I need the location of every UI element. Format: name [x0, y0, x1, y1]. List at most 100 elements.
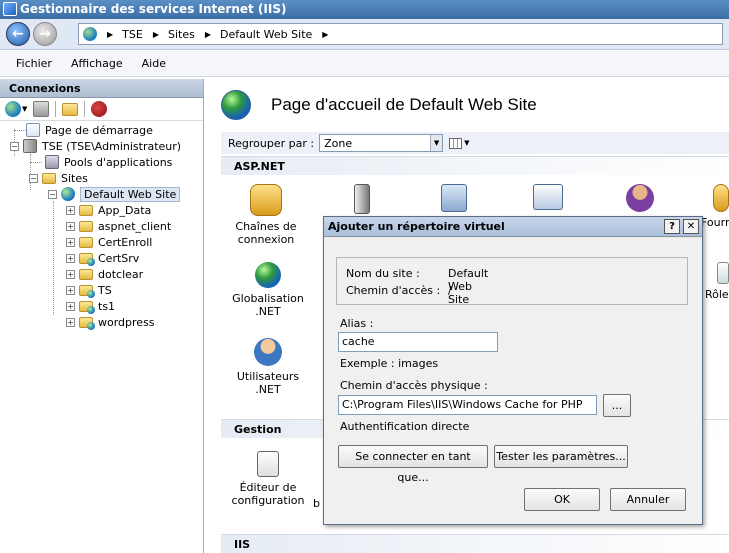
- database-icon: [250, 184, 282, 216]
- expand-icon[interactable]: +: [66, 285, 75, 295]
- expand-icon[interactable]: +: [66, 269, 75, 279]
- feature-providers[interactable]: [409, 184, 499, 216]
- feature-label: Utilisateurs .NET: [236, 370, 300, 396]
- chevron-right-icon[interactable]: ▶: [153, 30, 159, 39]
- dialog-titlebar[interactable]: Ajouter un répertoire virtuel ? ✕: [324, 217, 702, 237]
- folder-icon: [79, 220, 93, 232]
- feature-config-editor[interactable]: Éditeur de configuration: [223, 451, 313, 507]
- chevron-right-icon[interactable]: ▶: [322, 30, 328, 39]
- toolbar-separator: [55, 101, 57, 117]
- physical-path-input[interactable]: C:\Program Files\IIS\Windows Cache for P…: [338, 395, 597, 415]
- folder-up-icon[interactable]: [62, 102, 79, 116]
- tree-item-label: Pools d'applications: [64, 155, 173, 169]
- site-name-label: Nom du site :: [346, 267, 420, 280]
- tree-item-label: dotclear: [98, 267, 144, 281]
- chevron-down-icon[interactable]: ▼: [430, 135, 443, 151]
- collapse-icon[interactable]: −: [10, 141, 19, 151]
- back-arrow-icon: ←: [12, 26, 24, 42]
- dialog-body: Nom du site : Default Web Site Chemin d'…: [324, 238, 702, 524]
- feature-globalization[interactable]: Globalisation .NET: [223, 262, 313, 318]
- auth-label: Authentification directe: [340, 420, 470, 433]
- chevron-right-icon[interactable]: ▶: [107, 30, 113, 39]
- disconnect-icon[interactable]: [91, 101, 108, 117]
- feature-profile[interactable]: [595, 184, 685, 216]
- connect-globe-icon[interactable]: [5, 101, 21, 117]
- save-icon[interactable]: [33, 101, 50, 117]
- browse-button[interactable]: ...: [603, 394, 631, 417]
- view-mode-button[interactable]: ▼: [449, 135, 471, 151]
- expand-icon[interactable]: +: [66, 253, 75, 263]
- menu-aide[interactable]: Aide: [142, 57, 166, 70]
- tree-item-ts[interactable]: + TS: [66, 282, 112, 298]
- iis-app-icon: [3, 2, 17, 16]
- start-page-icon: [26, 123, 40, 137]
- tree-item-default-web-site[interactable]: − Default Web Site: [48, 186, 181, 202]
- site-name-value: Default Web Site: [448, 267, 489, 306]
- tree-item-label: ts1: [98, 299, 116, 313]
- expand-icon[interactable]: +: [66, 205, 75, 215]
- feature-partial[interactable]: b: [313, 497, 323, 510]
- cancel-button[interactable]: Annuler: [610, 488, 686, 511]
- ok-button[interactable]: OK: [524, 488, 600, 511]
- tree-item-start-page[interactable]: Page de démarrage: [26, 122, 153, 138]
- application-icon: [79, 300, 95, 314]
- collapse-icon[interactable]: −: [29, 173, 38, 183]
- feature-label: Globalisation .NET: [232, 292, 304, 318]
- connections-tree: Page de démarrage − TSE (TSE\Administrat…: [0, 121, 203, 330]
- breadcrumb: ▶ TSE ▶ Sites ▶ Default Web Site ▶: [78, 23, 723, 45]
- view-grid-icon: [449, 137, 463, 149]
- menu-affichage[interactable]: Affichage: [71, 57, 123, 70]
- tree-item-app-pools[interactable]: Pools d'applications: [45, 154, 172, 170]
- expand-icon[interactable]: +: [66, 301, 75, 311]
- server-icon: [23, 139, 37, 153]
- menu-fichier[interactable]: Fichier: [16, 57, 52, 70]
- expand-icon[interactable]: +: [66, 237, 75, 247]
- expand-icon[interactable]: +: [66, 317, 75, 327]
- tree-item-app-data[interactable]: + App_Data: [66, 202, 151, 218]
- chevron-right-icon[interactable]: ▶: [205, 30, 211, 39]
- breadcrumb-item-default-web-site[interactable]: Default Web Site: [220, 28, 312, 41]
- feature-net-users[interactable]: Utilisateurs .NET: [223, 338, 313, 396]
- tree-item-ts1[interactable]: + ts1: [66, 298, 115, 314]
- website-globe-icon: [221, 90, 251, 120]
- test-settings-button[interactable]: Tester les paramètres...: [494, 445, 628, 468]
- tree-item-dotclear[interactable]: + dotclear: [66, 266, 143, 282]
- collapse-icon[interactable]: −: [48, 189, 57, 199]
- tree-item-label: Sites: [61, 171, 88, 185]
- physical-path-label: Chemin d'accès physique :: [340, 379, 488, 392]
- tree-item-sites[interactable]: − Sites: [29, 170, 88, 186]
- feature-label: Rôles: [705, 288, 729, 301]
- feature-connection-strings[interactable]: Chaînes de connexion: [221, 184, 311, 246]
- path-label: Chemin d'accès :: [346, 284, 441, 297]
- close-button[interactable]: ✕: [683, 219, 699, 234]
- breadcrumb-item-sites[interactable]: Sites: [168, 28, 195, 41]
- tree-item-label: wordpress: [98, 315, 155, 329]
- breadcrumb-item-tse[interactable]: TSE: [122, 28, 143, 41]
- section-iis[interactable]: IIS: [221, 534, 729, 553]
- add-virtual-directory-dialog: Ajouter un répertoire virtuel ? ✕ Nom du…: [323, 216, 703, 525]
- tree-item-certsrv[interactable]: + CertSrv: [66, 250, 139, 266]
- feature-pages-controls[interactable]: [503, 184, 593, 214]
- alias-label: Alias :: [340, 317, 374, 330]
- connect-as-button[interactable]: Se connecter en tant que...: [338, 445, 488, 484]
- forward-arrow-icon: →: [39, 26, 51, 42]
- tree-item-label: TS: [98, 283, 112, 297]
- tree-item-certenroll[interactable]: + CertEnroll: [66, 234, 152, 250]
- group-by-select[interactable]: Zone ▼: [319, 134, 444, 152]
- tree-item-aspnet-client[interactable]: + aspnet_client: [66, 218, 171, 234]
- forward-button[interactable]: →: [33, 22, 57, 46]
- feature-machine-key[interactable]: [317, 184, 407, 218]
- user-icon: [626, 184, 654, 212]
- help-button[interactable]: ?: [664, 219, 680, 234]
- tree-item-wordpress[interactable]: + wordpress: [66, 314, 155, 330]
- alias-input[interactable]: cache: [338, 332, 498, 352]
- address-bar: ← → ▶ TSE ▶ Sites ▶ Default Web Site ▶: [0, 19, 729, 50]
- page-title: Page d'accueil de Default Web Site: [271, 95, 537, 114]
- expand-icon[interactable]: +: [66, 221, 75, 231]
- section-aspnet[interactable]: ASP.NET: [221, 156, 729, 175]
- tree-item-label: aspnet_client: [98, 219, 172, 233]
- tree-item-server[interactable]: − TSE (TSE\Administrateur): [10, 138, 181, 154]
- site-info-group: Nom du site : Default Web Site Chemin d'…: [336, 257, 688, 306]
- dropdown-arrow-icon[interactable]: ▼: [22, 105, 27, 113]
- back-button[interactable]: ←: [6, 22, 30, 46]
